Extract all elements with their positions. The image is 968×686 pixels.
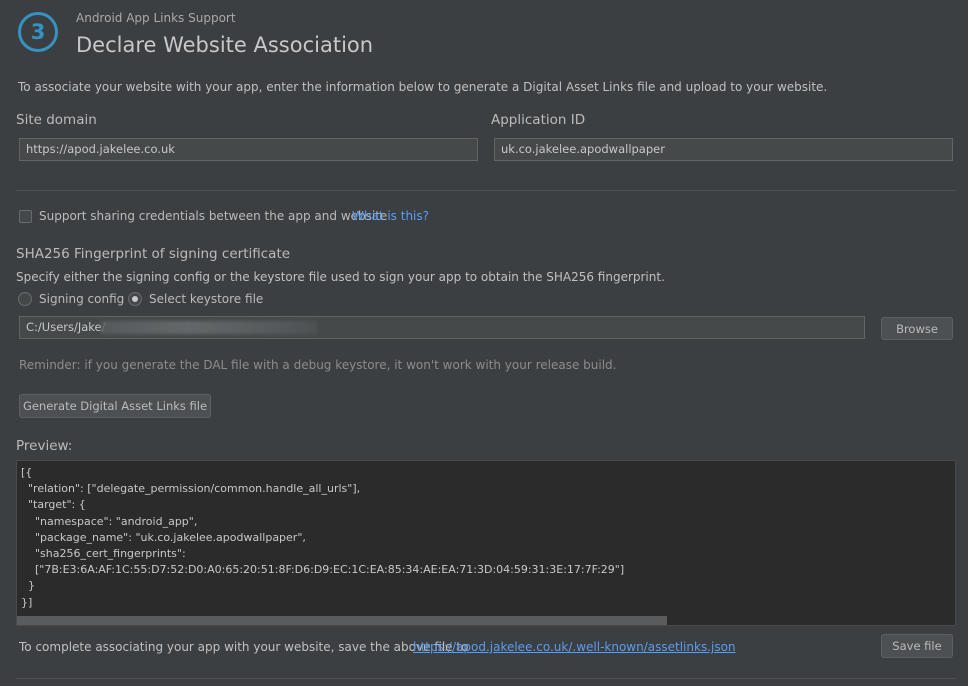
preview-label: Preview: <box>16 438 73 454</box>
fingerprint-description: Specify either the signing config or the… <box>16 270 665 284</box>
section-divider <box>16 190 956 191</box>
browse-button[interactable]: Browse <box>881 317 953 340</box>
step-number: 3 <box>30 20 46 44</box>
what-is-this-link[interactable]: What is this? <box>352 209 429 223</box>
signing-config-label[interactable]: Signing config <box>39 292 124 306</box>
preview-text-area[interactable]: [{ "relation": ["delegate_permission/com… <box>16 460 956 626</box>
select-keystore-radio[interactable] <box>128 292 142 306</box>
save-file-button[interactable]: Save file <box>881 634 953 658</box>
application-id-label: Application ID <box>491 112 586 128</box>
preview-content: [{ "relation": ["delegate_permission/com… <box>21 466 625 609</box>
assetlinks-url-link[interactable]: https://apod.jakelee.co.uk/.well-known/a… <box>413 640 736 654</box>
fingerprint-heading: SHA256 Fingerprint of signing certificat… <box>16 246 291 262</box>
intro-text: To associate your website with your app,… <box>18 80 828 94</box>
horizontal-scrollbar[interactable] <box>17 616 667 625</box>
footer-text: To complete associating your app with yo… <box>19 640 469 654</box>
sharing-credentials-label[interactable]: Support sharing credentials between the … <box>39 209 387 223</box>
application-id-field[interactable]: uk.co.jakelee.apodwallpaper <box>494 138 953 161</box>
site-domain-field[interactable]: https://apod.jakelee.co.uk <box>19 138 478 161</box>
page-title: Declare Website Association <box>76 33 374 57</box>
wizard-subtitle: Android App Links Support <box>76 11 236 25</box>
keystore-path-text: C:/Users/Jake/ <box>26 320 106 334</box>
bottom-divider <box>16 678 956 679</box>
select-keystore-label[interactable]: Select keystore file <box>149 292 263 306</box>
signing-config-radio[interactable] <box>18 292 32 306</box>
redacted-path-blur <box>101 321 317 334</box>
site-domain-label: Site domain <box>16 112 97 128</box>
generate-dal-button[interactable]: Generate Digital Asset Links file <box>19 394 211 418</box>
reminder-text: Reminder: if you generate the DAL file w… <box>19 358 617 372</box>
sharing-credentials-checkbox[interactable] <box>19 210 32 223</box>
step-number-badge: 3 <box>18 12 58 52</box>
radio-selected-dot <box>132 296 138 302</box>
